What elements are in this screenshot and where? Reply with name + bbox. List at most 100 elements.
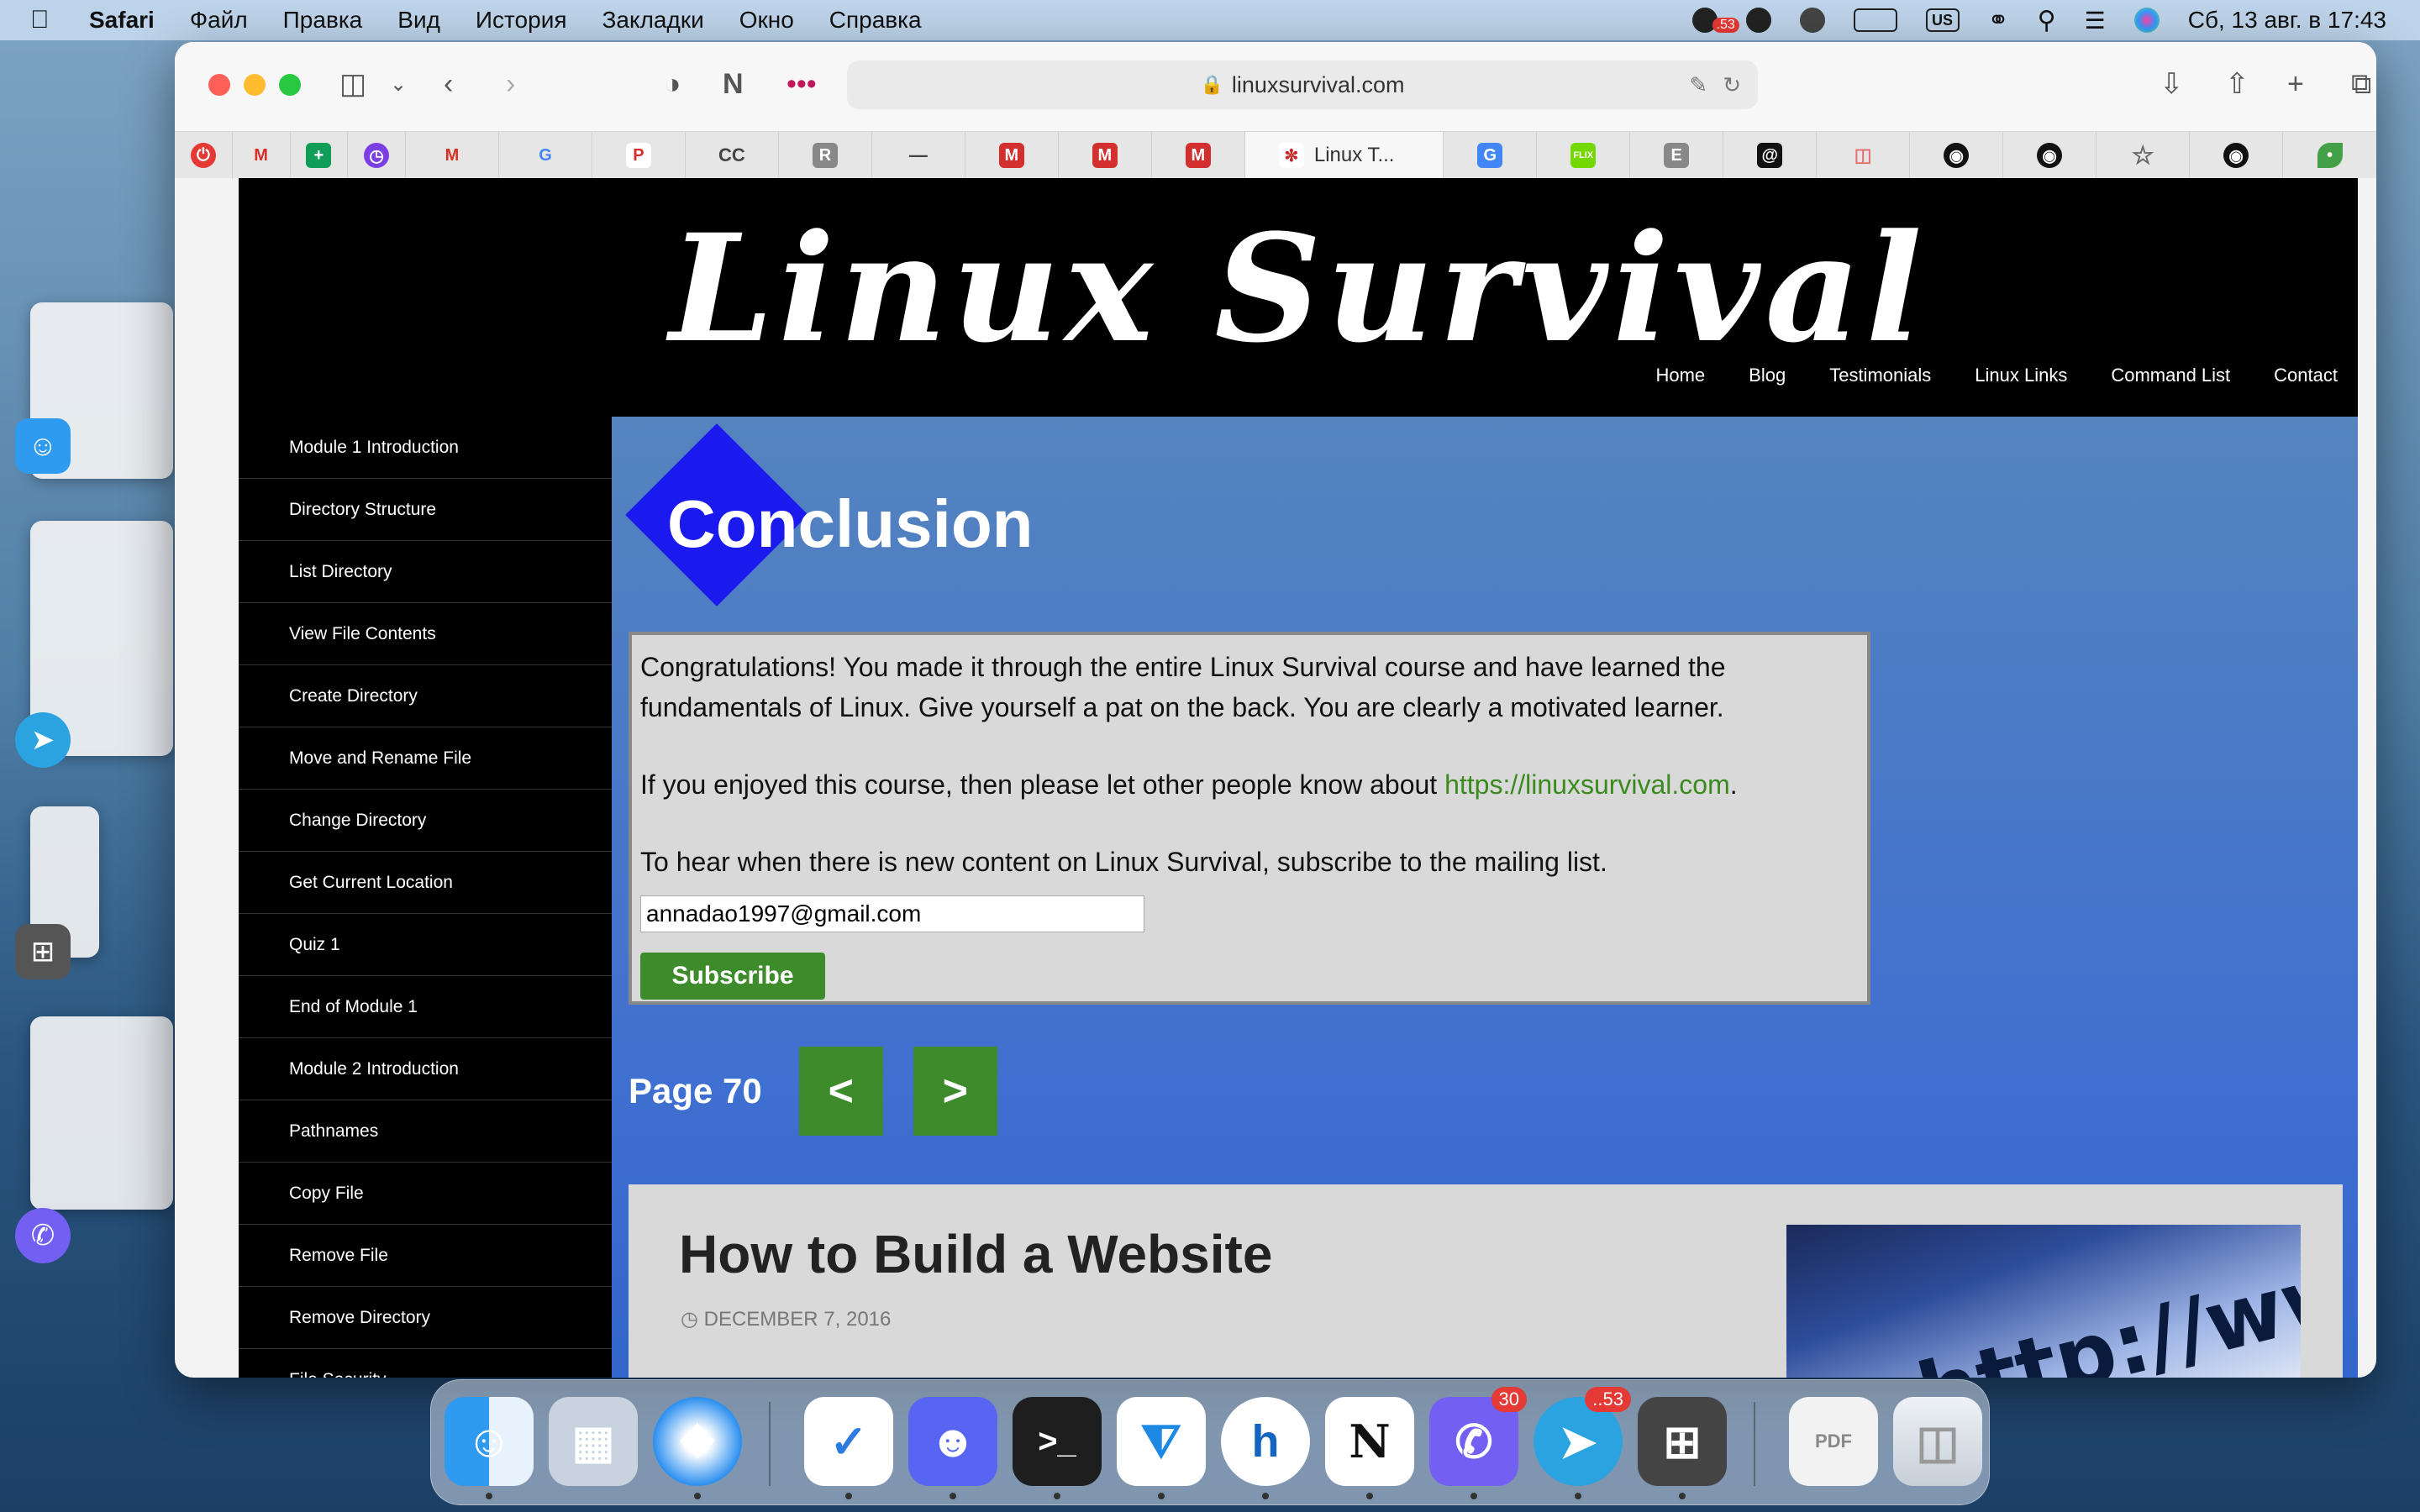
tab-flixbus[interactable]: FLIX xyxy=(1537,132,1631,179)
nav-command-list[interactable]: Command List xyxy=(2111,365,2230,386)
tab-m-3[interactable]: M xyxy=(1152,132,1245,179)
tab-overview-icon[interactable]: ⧉ xyxy=(2351,66,2371,102)
sidebar-item[interactable]: Module 1 Introduction xyxy=(239,417,612,479)
tab-e[interactable]: E xyxy=(1630,132,1724,179)
sidebar-item[interactable]: Module 2 Introduction xyxy=(239,1038,612,1100)
next-page-button[interactable]: > xyxy=(913,1047,997,1136)
input-source-icon[interactable]: US xyxy=(1925,8,1960,32)
tab-dash[interactable]: — xyxy=(872,132,965,179)
site-title[interactable]: Linux Survival xyxy=(239,202,2358,375)
blog-title[interactable]: How to Build a Website xyxy=(679,1223,1272,1285)
sidebar-item[interactable]: File Security xyxy=(239,1349,612,1378)
chevron-down-icon[interactable]: ⌄ xyxy=(390,66,407,102)
siri-icon[interactable] xyxy=(2133,8,2160,33)
tab-car[interactable]: ◫ xyxy=(1817,132,1911,179)
telegram-icon[interactable]: ➤ ..53 xyxy=(1534,1387,1631,1486)
tab-r[interactable]: R xyxy=(779,132,872,179)
blog-image[interactable]: http://www xyxy=(1786,1225,2301,1378)
viber-status-icon[interactable] xyxy=(1745,8,1771,33)
battery-icon[interactable] xyxy=(1853,8,1897,32)
sidebar-item[interactable]: Copy File xyxy=(239,1163,612,1225)
tab-gmail-2[interactable]: M xyxy=(406,132,499,179)
sidebar-item[interactable]: View File Contents xyxy=(239,603,612,665)
menu-window[interactable]: Окно xyxy=(739,7,794,34)
launchpad-icon[interactable]: ▦ xyxy=(549,1397,638,1486)
tab-github-2[interactable]: ◉ xyxy=(2003,132,2097,179)
menu-edit[interactable]: Правка xyxy=(283,7,363,34)
stage-window-4[interactable] xyxy=(30,1016,173,1210)
pdf-stack-icon[interactable]: PDF xyxy=(1789,1397,1878,1486)
nav-linux-links[interactable]: Linux Links xyxy=(1975,365,2067,386)
tab-m-1[interactable]: M xyxy=(965,132,1059,179)
sidebar-item[interactable]: Remove File xyxy=(239,1225,612,1287)
tab-at[interactable]: @ xyxy=(1723,132,1818,179)
apple-menu-icon[interactable]:  xyxy=(30,6,64,34)
viber-stage-icon[interactable]: ✆ xyxy=(15,1208,71,1263)
tab-p[interactable]: P xyxy=(592,132,686,179)
tab-cc[interactable]: CC xyxy=(686,132,779,179)
menu-datetime[interactable]: Сб, 13 авг. в 17:43 xyxy=(2188,7,2386,34)
terminal-icon[interactable]: >_ xyxy=(1013,1397,1102,1486)
menu-file[interactable]: Файл xyxy=(190,7,248,34)
tab-linux-survival[interactable]: ✼ Linux T... xyxy=(1244,132,1444,179)
sidebar-item[interactable]: Create Directory xyxy=(239,665,612,727)
sidebar-item[interactable]: Remove Directory xyxy=(239,1287,612,1349)
tab-github-3[interactable]: ◉ xyxy=(2190,132,2284,179)
sidebar-item[interactable]: Get Current Location xyxy=(239,852,612,914)
menu-history[interactable]: История xyxy=(476,7,567,34)
minimize-window-button[interactable] xyxy=(244,74,266,96)
nav-blog[interactable]: Blog xyxy=(1749,365,1786,386)
nav-contact[interactable]: Contact xyxy=(2274,365,2338,386)
tab-gmail-1[interactable]: M xyxy=(233,132,291,179)
tab-leaf[interactable]: • xyxy=(2283,132,2376,179)
vpn-status-icon[interactable] xyxy=(1799,8,1825,33)
site-link[interactable]: https://linuxsurvival.com xyxy=(1444,769,1730,800)
viber-icon[interactable]: ✆ 30 xyxy=(1429,1387,1527,1486)
safari-icon[interactable]: ❖ xyxy=(653,1397,742,1486)
menu-bookmarks[interactable]: Закладки xyxy=(602,7,704,34)
share-icon[interactable]: ⇧ xyxy=(2225,66,2249,102)
reload-icon[interactable]: ↻ xyxy=(1723,72,1741,98)
sidebar-item[interactable]: Quiz 1 xyxy=(239,914,612,976)
tab-clock[interactable]: ◷ xyxy=(348,132,406,179)
sidebar-item[interactable]: Move and Rename File xyxy=(239,727,612,790)
tasks-icon[interactable]: ✓ xyxy=(804,1397,893,1486)
close-window-button[interactable] xyxy=(208,74,230,96)
nav-home[interactable]: Home xyxy=(1655,365,1705,386)
calculator-icon[interactable]: ⊞ xyxy=(1638,1397,1727,1486)
notion-extension-icon[interactable]: N xyxy=(723,66,744,102)
sidebar-item[interactable]: Pathnames xyxy=(239,1100,612,1163)
forward-button[interactable]: › xyxy=(506,66,515,102)
tab-github-1[interactable]: ◉ xyxy=(1910,132,2004,179)
subscribe-button[interactable]: Subscribe xyxy=(640,953,825,1000)
address-bar[interactable]: 🔒 linuxsurvival.com ✎ ↻ xyxy=(847,60,1758,109)
tab-star[interactable]: ☆ xyxy=(2096,132,2191,179)
trash-icon[interactable]: ◫ xyxy=(1893,1397,1982,1486)
nav-testimonials[interactable]: Testimonials xyxy=(1829,365,1931,386)
control-center-icon[interactable]: ☰ xyxy=(2085,7,2106,34)
zoom-window-button[interactable] xyxy=(279,74,301,96)
menu-help[interactable]: Справка xyxy=(829,7,922,34)
previous-page-button[interactable]: < xyxy=(798,1047,883,1136)
tab-m-2[interactable]: M xyxy=(1059,132,1152,179)
email-field[interactable] xyxy=(640,895,1144,932)
translate-icon[interactable]: ✎ xyxy=(1689,72,1707,98)
downloads-icon[interactable]: ⇩ xyxy=(2160,66,2184,102)
new-tab-icon[interactable]: + xyxy=(2287,66,2304,102)
status-app-icon[interactable]: .53 xyxy=(1691,8,1739,33)
back-button[interactable]: ‹ xyxy=(444,66,453,102)
sidebar-item[interactable]: End of Module 1 xyxy=(239,976,612,1038)
tab-translate[interactable]: G xyxy=(1444,132,1538,179)
menu-view[interactable]: Вид xyxy=(397,7,440,34)
notion-icon[interactable]: N xyxy=(1325,1397,1414,1486)
sidebar-item[interactable]: List Directory xyxy=(239,541,612,603)
dots-extension-icon[interactable]: ••• xyxy=(786,66,817,102)
link-icon[interactable]: ⚭ xyxy=(1988,6,2009,35)
sidebar-item[interactable]: Directory Structure xyxy=(239,479,612,541)
tab-google[interactable]: G xyxy=(499,132,592,179)
vscode-icon[interactable]: ⧨ xyxy=(1117,1397,1206,1486)
calculator-stage-icon[interactable]: ⊞ xyxy=(15,924,71,979)
shield-icon[interactable]: ◑ xyxy=(664,66,681,102)
tab-power[interactable]: ⏻ xyxy=(175,132,233,179)
finder-icon[interactable]: ☺ xyxy=(445,1397,534,1486)
